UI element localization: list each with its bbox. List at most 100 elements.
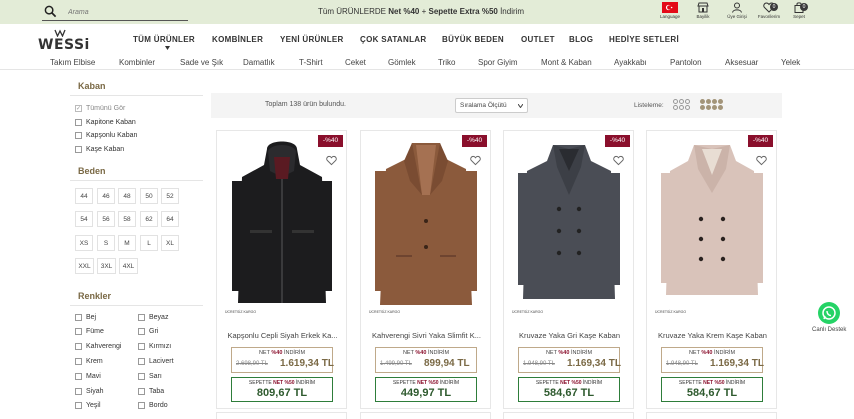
product-image[interactable] xyxy=(652,135,772,323)
checkbox[interactable] xyxy=(138,402,145,409)
subnav-item[interactable]: Sade ve Şık xyxy=(180,58,223,67)
checkbox[interactable] xyxy=(75,358,82,365)
product-image[interactable] xyxy=(509,135,629,323)
size-option[interactable]: 58 xyxy=(118,211,136,227)
product-image[interactable] xyxy=(366,135,486,323)
product-name[interactable]: Kruvaze Yaka Gri Kaşe Kaban xyxy=(507,331,632,340)
color-filter-option[interactable]: Beyaz xyxy=(138,314,168,321)
subnav-item[interactable]: Kombinler xyxy=(119,58,155,67)
whatsapp-button[interactable] xyxy=(818,302,840,324)
subnav-item[interactable]: Takım Elbise xyxy=(50,58,95,67)
product-card-partial[interactable] xyxy=(360,412,491,419)
favorite-heart-icon[interactable] xyxy=(326,155,337,166)
nav-blog[interactable]: BLOG xyxy=(569,35,593,44)
subnav-item[interactable]: T-Shirt xyxy=(299,58,323,67)
product-card-partial[interactable] xyxy=(216,412,347,419)
checkbox[interactable] xyxy=(138,358,145,365)
filter-kaban-kapitone[interactable]: Kapitone Kaban xyxy=(75,119,136,126)
product-card-partial[interactable] xyxy=(503,412,634,419)
color-filter-option[interactable]: Sarı xyxy=(138,373,162,380)
color-filter-option[interactable]: Füme xyxy=(75,328,104,335)
size-option[interactable]: 46 xyxy=(97,188,115,204)
size-option[interactable]: 56 xyxy=(97,211,115,227)
product-card[interactable]: -%40 ÜCRETSİZ KARGO Kruvaze Yaka Krem Ka… xyxy=(646,130,777,409)
checkbox[interactable] xyxy=(75,119,82,126)
color-filter-option[interactable]: Mavi xyxy=(75,373,101,380)
checkbox[interactable] xyxy=(75,388,82,395)
product-image[interactable] xyxy=(222,135,342,323)
checkbox[interactable] xyxy=(75,402,82,409)
subnav-item[interactable]: Mont & Kaban xyxy=(541,58,592,67)
checkbox[interactable] xyxy=(138,314,145,321)
checkbox[interactable] xyxy=(138,388,145,395)
size-option[interactable]: 52 xyxy=(161,188,179,204)
color-filter-option[interactable]: Gri xyxy=(138,328,158,335)
color-filter-option[interactable]: Siyah xyxy=(75,388,104,395)
checkbox[interactable] xyxy=(138,328,145,335)
nav-tum-urunler[interactable]: TÜM ÜRÜNLER xyxy=(133,35,195,44)
color-filter-option[interactable]: Bordo xyxy=(138,402,168,409)
nav-buyuk-beden[interactable]: BÜYÜK BEDEN xyxy=(442,35,504,44)
product-card[interactable]: -%40 ÜCRETSİZ KARGO Kapşonlu Cepli Siyah… xyxy=(216,130,347,409)
subnav-item[interactable]: Yelek xyxy=(781,58,800,67)
nav-hediye-setleri[interactable]: HEDİYE SETLERİ xyxy=(609,35,679,44)
checkbox[interactable] xyxy=(75,343,82,350)
product-name[interactable]: Kapşonlu Cepli Siyah Erkek Ka... xyxy=(220,331,345,340)
color-filter-option[interactable]: Kırmızı xyxy=(138,343,171,350)
checkbox[interactable] xyxy=(138,343,145,350)
size-option[interactable]: 3XL xyxy=(97,258,116,274)
checkbox[interactable] xyxy=(75,314,82,321)
product-card[interactable]: -%40 ÜCRETSİZ KARGO Kahverengi Sivri Yak… xyxy=(360,130,491,409)
checkbox[interactable] xyxy=(75,328,82,335)
login-button[interactable]: Üye Girişi xyxy=(720,2,754,22)
nav-outlet[interactable]: OUTLET xyxy=(521,35,555,44)
favorite-heart-icon[interactable] xyxy=(613,155,624,166)
favorite-heart-icon[interactable] xyxy=(470,155,481,166)
size-option[interactable]: L xyxy=(140,235,158,251)
subnav-item[interactable]: Pantolon xyxy=(670,58,702,67)
color-filter-option[interactable]: Krem xyxy=(75,358,103,365)
size-option[interactable]: 64 xyxy=(161,211,179,227)
filter-kaban-kapsonlu[interactable]: Kapşonlu Kaban xyxy=(75,132,137,139)
subnav-item[interactable]: Ayakkabı xyxy=(614,58,647,67)
product-name[interactable]: Kruvaze Yaka Krem Kaşe Kaban xyxy=(650,331,775,340)
favorite-heart-icon[interactable] xyxy=(756,155,767,166)
language-button[interactable]: Language xyxy=(653,2,687,22)
logo[interactable]: WESSi xyxy=(38,29,89,53)
color-filter-option[interactable]: Bej xyxy=(75,314,96,321)
nav-kombinler[interactable]: KOMBİNLER xyxy=(212,35,263,44)
subnav-item[interactable]: Triko xyxy=(438,58,455,67)
size-option[interactable]: 54 xyxy=(75,211,93,227)
subnav-item[interactable]: Ceket xyxy=(345,58,366,67)
color-filter-option[interactable]: Kahverengi xyxy=(75,343,121,350)
size-option[interactable]: XS xyxy=(75,235,93,251)
subnav-item[interactable]: Aksesuar xyxy=(725,58,758,67)
bayilik-button[interactable]: Bayilik xyxy=(686,2,720,22)
checkbox[interactable] xyxy=(75,146,82,153)
nav-cok-satanlar[interactable]: ÇOK SATANLAR xyxy=(360,35,426,44)
search-box[interactable] xyxy=(42,4,188,21)
subnav-item[interactable]: Damatlık xyxy=(243,58,275,67)
size-option[interactable]: XL xyxy=(161,235,179,251)
filter-kaban-kase[interactable]: Kaşe Kaban xyxy=(75,146,124,153)
color-filter-option[interactable]: Lacivert xyxy=(138,358,174,365)
size-option[interactable]: S xyxy=(97,235,115,251)
size-option[interactable]: M xyxy=(118,235,136,251)
size-option[interactable]: XXL xyxy=(75,258,94,274)
product-card-partial[interactable] xyxy=(646,412,777,419)
search-input[interactable] xyxy=(68,6,183,18)
checkbox[interactable] xyxy=(75,373,82,380)
color-filter-option[interactable]: Taba xyxy=(138,388,164,395)
size-option[interactable]: 62 xyxy=(140,211,158,227)
cart-button[interactable]: 0 Sepet xyxy=(782,2,816,22)
product-name[interactable]: Kahverengi Sivri Yaka Slimfit K... xyxy=(364,331,489,340)
search-icon[interactable] xyxy=(44,5,57,18)
grid-3-column-icon[interactable] xyxy=(673,99,690,110)
size-option[interactable]: 4XL xyxy=(119,258,138,274)
sort-select[interactable]: Sıralama Ölçütü xyxy=(455,98,528,113)
size-option[interactable]: 48 xyxy=(118,188,136,204)
checkbox[interactable] xyxy=(138,373,145,380)
color-filter-option[interactable]: Yeşil xyxy=(75,402,101,409)
filter-kaban-tumunu-gor[interactable]: ✓ Tümünü Gör xyxy=(75,105,125,112)
product-card[interactable]: -%40 ÜCRETSİZ KARGO Kruvaze Yaka Gri Kaş… xyxy=(503,130,634,409)
